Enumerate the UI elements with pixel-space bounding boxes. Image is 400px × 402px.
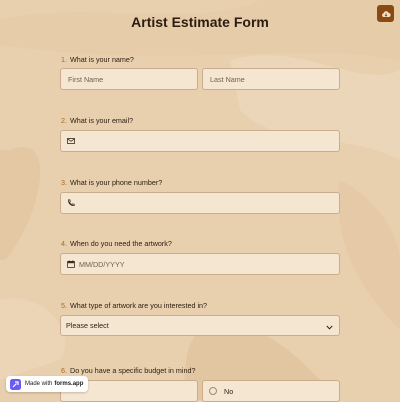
question-6-label: 6. Do you have a specific budget in mind? [61,366,195,375]
question-4-label: 4. When do you need the artwork? [61,239,172,248]
envelope-icon [67,138,75,144]
phone-input[interactable] [60,192,340,214]
budget-no-option[interactable]: No [202,380,340,402]
email-input[interactable] [60,130,340,152]
question-5-label: 5. What type of artwork are you intereste… [61,301,207,310]
question-3-label: 3. What is your phone number? [61,178,162,187]
question-number: 1. [61,55,67,64]
question-number: 4. [61,239,67,248]
date-placeholder: MM/DD/YYYY [79,259,125,269]
brand-text: forms.app [54,381,84,387]
first-name-input[interactable]: First Name [60,68,198,90]
last-name-input[interactable]: Last Name [202,68,340,90]
question-text: When do you need the artwork? [70,239,172,248]
question-number: 5. [61,301,67,310]
question-2-label: 2. What is your email? [61,116,133,125]
form-page: Artist Estimate Form 1. What is your name… [0,0,400,402]
question-number: 6. [61,366,67,375]
made-with-forms-app-badge[interactable]: Made with forms.app [6,376,89,392]
made-with-text: Made with [25,381,53,387]
date-input[interactable]: MM/DD/YYYY [60,253,340,275]
question-text: Do you have a specific budget in mind? [70,366,196,375]
question-text: What type of artwork are you interested … [70,301,208,310]
question-number: 2. [61,116,67,125]
first-name-placeholder: First Name [68,74,104,84]
question-text: What is your phone number? [70,178,163,187]
question-1-label: 1. What is your name? [61,55,134,64]
question-number: 3. [61,178,67,187]
form-title: Artist Estimate Form [131,14,269,30]
question-text: What is your name? [70,55,134,64]
forms-app-logo-icon [10,378,21,390]
chevron-down-icon [326,323,333,332]
radio-circle [209,387,217,395]
option-label: No [224,386,234,396]
last-name-placeholder: Last Name [210,74,245,84]
phone-icon [67,199,75,207]
artwork-type-select[interactable]: Please select [60,315,340,336]
calendar-icon [67,260,75,268]
question-text: What is your email? [70,116,134,125]
select-value: Please select [66,321,109,330]
